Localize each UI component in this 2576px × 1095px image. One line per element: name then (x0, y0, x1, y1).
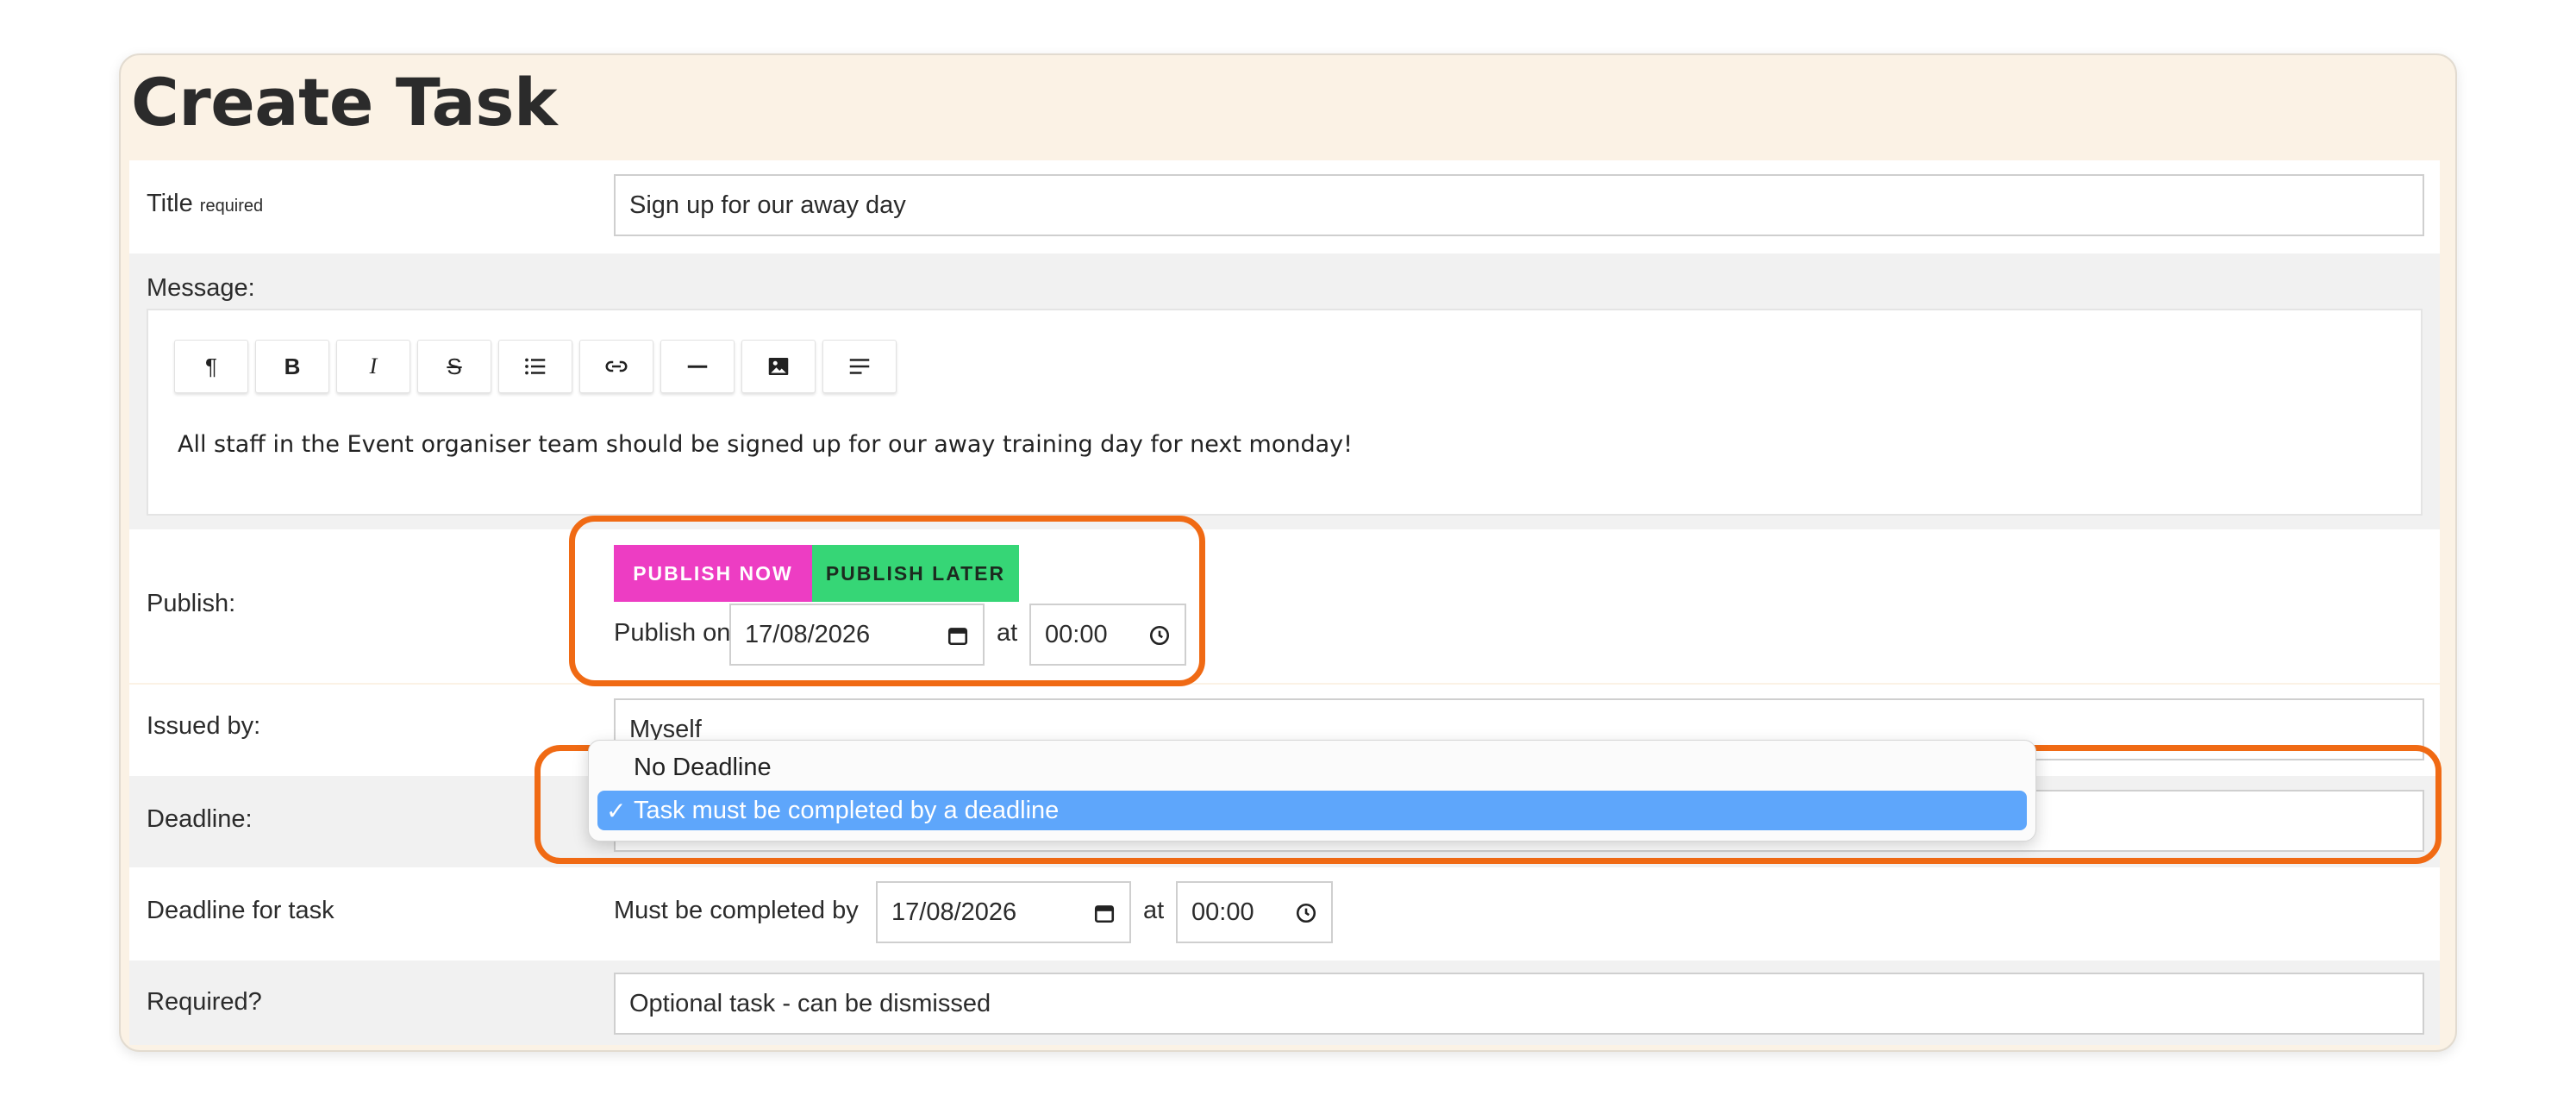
deadline-label: Deadline: (147, 805, 253, 833)
required-label: Required? (147, 988, 262, 1016)
message-row: Message: ¶ B I S All staff in the Event … (129, 253, 2440, 529)
image-button[interactable] (741, 340, 816, 393)
page-title: Create Task (131, 64, 558, 141)
calendar-icon (1094, 905, 1115, 923)
must-be-completed-label: Must be completed by (614, 897, 859, 924)
title-label: Title required (147, 190, 264, 217)
link-icon (605, 360, 628, 372)
clock-icon (1296, 903, 1316, 923)
publish-label: Publish: (147, 590, 236, 617)
list-icon (525, 358, 546, 375)
issued-by-label: Issued by: (147, 712, 261, 740)
strikethrough-button[interactable]: S (417, 340, 491, 393)
title-row: Title required Sign up for our away day (129, 160, 2440, 253)
publish-highlight (569, 516, 1205, 686)
checkmark-icon: ✓ (606, 797, 627, 824)
required-note: required (199, 197, 264, 216)
message-editor[interactable]: ¶ B I S All staff in the Event organiser… (147, 309, 2423, 516)
link-button[interactable] (579, 340, 653, 393)
option-task-deadline[interactable]: ✓ Task must be completed by a deadline (597, 791, 2027, 830)
message-label: Message: (147, 274, 255, 302)
required-select[interactable]: Optional task - can be dismissed (614, 973, 2424, 1035)
deadline-for-task-row: Deadline for task Must be completed by 1… (129, 867, 2440, 960)
paragraph-button[interactable]: ¶ (174, 340, 248, 393)
image-icon (768, 358, 789, 375)
create-task-card: Create Task Title required Sign up for o… (119, 53, 2457, 1052)
deadline-for-task-label: Deadline for task (147, 897, 335, 924)
option-no-deadline[interactable]: No Deadline (597, 748, 2027, 787)
bullet-list-button[interactable] (498, 340, 572, 393)
deadline-date-input[interactable]: 17/08/2026 (876, 881, 1131, 943)
message-body[interactable]: All staff in the Event organiser team sh… (178, 431, 1353, 458)
align-left-icon (849, 359, 870, 374)
title-input[interactable]: Sign up for our away day (614, 174, 2424, 236)
align-button[interactable] (822, 340, 897, 393)
publish-row: Publish: PUBLISH NOW PUBLISH LATER Publi… (129, 529, 2440, 683)
deadline-at-label: at (1143, 897, 1165, 924)
deadline-dropdown: No Deadline ✓ Task must be completed by … (588, 740, 2036, 842)
required-row: Required? Optional task - can be dismiss… (129, 960, 2440, 1045)
horizontal-rule-icon (687, 365, 708, 368)
horizontal-rule-button[interactable] (660, 340, 735, 393)
italic-button[interactable]: I (336, 340, 410, 393)
deadline-time-input[interactable]: 00:00 (1176, 881, 1333, 943)
bold-button[interactable]: B (255, 340, 329, 393)
